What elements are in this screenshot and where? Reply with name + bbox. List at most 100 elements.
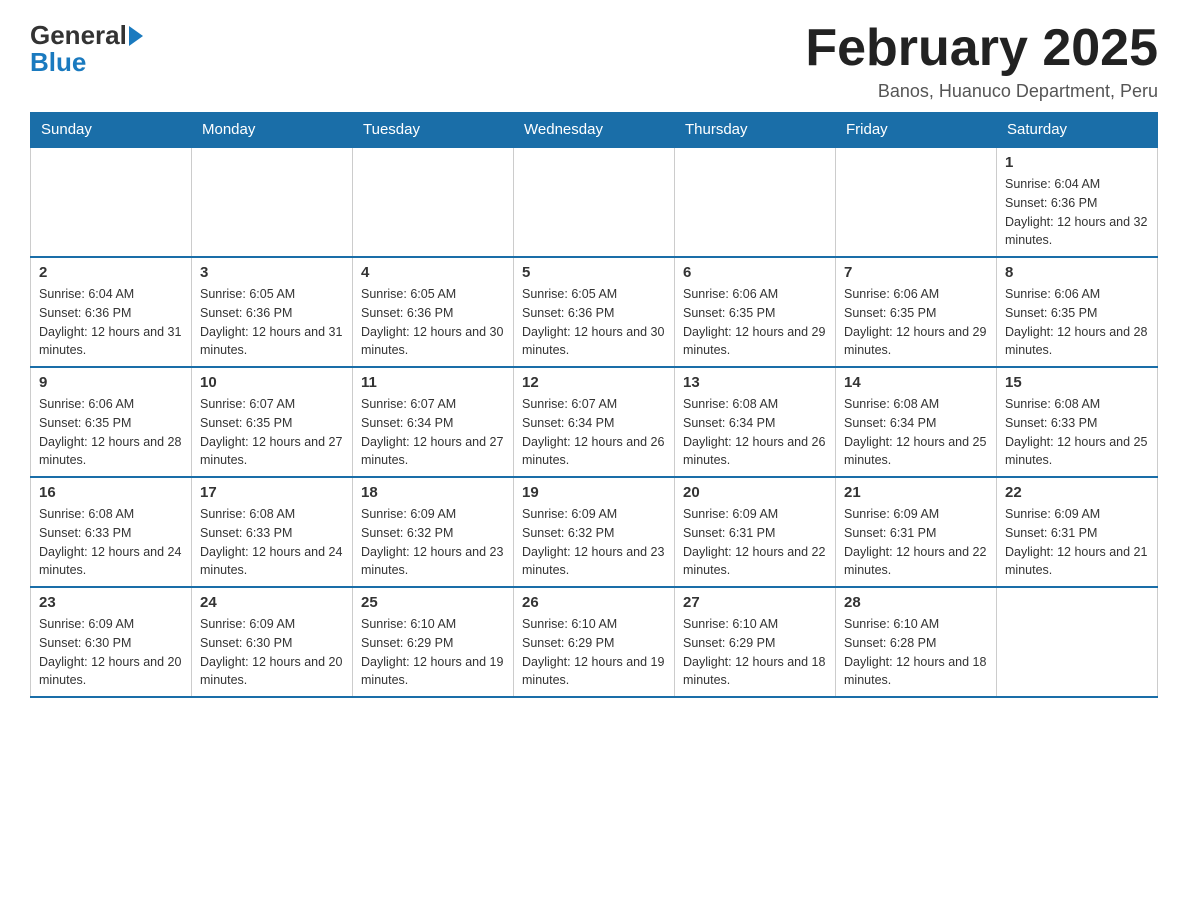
calendar-cell bbox=[836, 147, 997, 257]
day-number: 20 bbox=[683, 484, 827, 501]
day-info: Sunrise: 6:09 AM Sunset: 6:32 PM Dayligh… bbox=[361, 505, 505, 580]
calendar-cell: 7 Sunrise: 6:06 AM Sunset: 6:35 PM Daylig… bbox=[836, 257, 997, 367]
calendar-cell: 6 Sunrise: 6:06 AM Sunset: 6:35 PM Daylig… bbox=[675, 257, 836, 367]
calendar-cell: 3 Sunrise: 6:05 AM Sunset: 6:36 PM Daylig… bbox=[192, 257, 353, 367]
day-number: 26 bbox=[522, 594, 666, 611]
calendar-cell: 12 Sunrise: 6:07 AM Sunset: 6:34 PM Dayli… bbox=[514, 367, 675, 477]
day-header-sunday: Sunday bbox=[31, 113, 192, 148]
calendar-cell: 14 Sunrise: 6:08 AM Sunset: 6:34 PM Dayli… bbox=[836, 367, 997, 477]
day-info: Sunrise: 6:09 AM Sunset: 6:31 PM Dayligh… bbox=[683, 505, 827, 580]
week-row-3: 9 Sunrise: 6:06 AM Sunset: 6:35 PM Daylig… bbox=[31, 367, 1158, 477]
day-number: 14 bbox=[844, 374, 988, 391]
day-info: Sunrise: 6:10 AM Sunset: 6:28 PM Dayligh… bbox=[844, 615, 988, 690]
calendar-cell: 22Sunrise: 6:09 AM Sunset: 6:31 PM Dayli… bbox=[997, 477, 1158, 587]
day-info: Sunrise: 6:09 AM Sunset: 6:31 PM Dayligh… bbox=[844, 505, 988, 580]
calendar: SundayMondayTuesdayWednesdayThursdayFrid… bbox=[30, 112, 1158, 698]
day-info: Sunrise: 6:08 AM Sunset: 6:34 PM Dayligh… bbox=[683, 395, 827, 470]
day-info: Sunrise: 6:06 AM Sunset: 6:35 PM Dayligh… bbox=[39, 395, 183, 470]
calendar-cell bbox=[31, 147, 192, 257]
day-number: 6 bbox=[683, 264, 827, 281]
day-number: 9 bbox=[39, 374, 183, 391]
title-area: February 2025 Banos, Huanuco Department,… bbox=[805, 20, 1158, 102]
day-info: Sunrise: 6:06 AM Sunset: 6:35 PM Dayligh… bbox=[683, 285, 827, 360]
day-info: Sunrise: 6:09 AM Sunset: 6:32 PM Dayligh… bbox=[522, 505, 666, 580]
day-info: Sunrise: 6:05 AM Sunset: 6:36 PM Dayligh… bbox=[361, 285, 505, 360]
days-row: SundayMondayTuesdayWednesdayThursdayFrid… bbox=[31, 113, 1158, 148]
calendar-header: SundayMondayTuesdayWednesdayThursdayFrid… bbox=[31, 113, 1158, 148]
calendar-cell bbox=[997, 587, 1158, 697]
day-number: 17 bbox=[200, 484, 344, 501]
week-row-4: 16 Sunrise: 6:08 AM Sunset: 6:33 PM Dayli… bbox=[31, 477, 1158, 587]
day-number: 18 bbox=[361, 484, 505, 501]
day-header-friday: Friday bbox=[836, 113, 997, 148]
calendar-cell: 19Sunrise: 6:09 AM Sunset: 6:32 PM Dayli… bbox=[514, 477, 675, 587]
week-row-1: 1 Sunrise: 6:04 AM Sunset: 6:36 PM Daylig… bbox=[31, 147, 1158, 257]
day-number: 5 bbox=[522, 264, 666, 281]
calendar-cell: 2Sunrise: 6:04 AM Sunset: 6:36 PM Daylig… bbox=[31, 257, 192, 367]
day-info: Sunrise: 6:08 AM Sunset: 6:33 PM Dayligh… bbox=[200, 505, 344, 580]
day-number: 28 bbox=[844, 594, 988, 611]
calendar-cell bbox=[514, 147, 675, 257]
calendar-cell: 13 Sunrise: 6:08 AM Sunset: 6:34 PM Dayli… bbox=[675, 367, 836, 477]
day-info: Sunrise: 6:07 AM Sunset: 6:34 PM Dayligh… bbox=[522, 395, 666, 470]
calendar-cell: 10Sunrise: 6:07 AM Sunset: 6:35 PM Dayli… bbox=[192, 367, 353, 477]
day-header-thursday: Thursday bbox=[675, 113, 836, 148]
month-title: February 2025 bbox=[805, 20, 1158, 77]
day-info: Sunrise: 6:05 AM Sunset: 6:36 PM Dayligh… bbox=[522, 285, 666, 360]
day-info: Sunrise: 6:06 AM Sunset: 6:35 PM Dayligh… bbox=[844, 285, 988, 360]
calendar-cell: 28 Sunrise: 6:10 AM Sunset: 6:28 PM Dayli… bbox=[836, 587, 997, 697]
day-number: 11 bbox=[361, 374, 505, 391]
day-number: 12 bbox=[522, 374, 666, 391]
day-header-wednesday: Wednesday bbox=[514, 113, 675, 148]
calendar-cell: 17 Sunrise: 6:08 AM Sunset: 6:33 PM Dayli… bbox=[192, 477, 353, 587]
calendar-cell: 23 Sunrise: 6:09 AM Sunset: 6:30 PM Dayli… bbox=[31, 587, 192, 697]
calendar-cell: 27 Sunrise: 6:10 AM Sunset: 6:29 PM Dayli… bbox=[675, 587, 836, 697]
calendar-cell: 18 Sunrise: 6:09 AM Sunset: 6:32 PM Dayli… bbox=[353, 477, 514, 587]
calendar-body: 1 Sunrise: 6:04 AM Sunset: 6:36 PM Daylig… bbox=[31, 147, 1158, 697]
calendar-cell: 16 Sunrise: 6:08 AM Sunset: 6:33 PM Dayli… bbox=[31, 477, 192, 587]
day-info: Sunrise: 6:08 AM Sunset: 6:33 PM Dayligh… bbox=[1005, 395, 1149, 470]
day-info: Sunrise: 6:05 AM Sunset: 6:36 PM Dayligh… bbox=[200, 285, 344, 360]
calendar-cell: 8Sunrise: 6:06 AM Sunset: 6:35 PM Daylig… bbox=[997, 257, 1158, 367]
day-number: 3 bbox=[200, 264, 344, 281]
week-row-2: 2Sunrise: 6:04 AM Sunset: 6:36 PM Daylig… bbox=[31, 257, 1158, 367]
logo-arrow-icon bbox=[129, 26, 143, 46]
day-info: Sunrise: 6:09 AM Sunset: 6:30 PM Dayligh… bbox=[200, 615, 344, 690]
day-number: 1 bbox=[1005, 154, 1149, 171]
day-info: Sunrise: 6:08 AM Sunset: 6:34 PM Dayligh… bbox=[844, 395, 988, 470]
day-info: Sunrise: 6:08 AM Sunset: 6:33 PM Dayligh… bbox=[39, 505, 183, 580]
calendar-cell: 9 Sunrise: 6:06 AM Sunset: 6:35 PM Daylig… bbox=[31, 367, 192, 477]
day-header-saturday: Saturday bbox=[997, 113, 1158, 148]
day-info: Sunrise: 6:10 AM Sunset: 6:29 PM Dayligh… bbox=[683, 615, 827, 690]
day-info: Sunrise: 6:04 AM Sunset: 6:36 PM Dayligh… bbox=[1005, 175, 1149, 250]
day-info: Sunrise: 6:09 AM Sunset: 6:30 PM Dayligh… bbox=[39, 615, 183, 690]
calendar-cell bbox=[675, 147, 836, 257]
calendar-cell bbox=[353, 147, 514, 257]
day-number: 13 bbox=[683, 374, 827, 391]
subtitle: Banos, Huanuco Department, Peru bbox=[805, 81, 1158, 102]
calendar-cell: 15Sunrise: 6:08 AM Sunset: 6:33 PM Dayli… bbox=[997, 367, 1158, 477]
day-number: 7 bbox=[844, 264, 988, 281]
day-info: Sunrise: 6:10 AM Sunset: 6:29 PM Dayligh… bbox=[361, 615, 505, 690]
calendar-cell: 1 Sunrise: 6:04 AM Sunset: 6:36 PM Daylig… bbox=[997, 147, 1158, 257]
day-number: 23 bbox=[39, 594, 183, 611]
day-number: 16 bbox=[39, 484, 183, 501]
day-number: 27 bbox=[683, 594, 827, 611]
day-info: Sunrise: 6:07 AM Sunset: 6:34 PM Dayligh… bbox=[361, 395, 505, 470]
day-number: 24 bbox=[200, 594, 344, 611]
calendar-cell: 20 Sunrise: 6:09 AM Sunset: 6:31 PM Dayli… bbox=[675, 477, 836, 587]
calendar-cell: 21 Sunrise: 6:09 AM Sunset: 6:31 PM Dayli… bbox=[836, 477, 997, 587]
day-number: 8 bbox=[1005, 264, 1149, 281]
day-header-monday: Monday bbox=[192, 113, 353, 148]
day-number: 25 bbox=[361, 594, 505, 611]
calendar-cell: 11 Sunrise: 6:07 AM Sunset: 6:34 PM Dayli… bbox=[353, 367, 514, 477]
day-number: 10 bbox=[200, 374, 344, 391]
calendar-cell: 26Sunrise: 6:10 AM Sunset: 6:29 PM Dayli… bbox=[514, 587, 675, 697]
day-number: 4 bbox=[361, 264, 505, 281]
day-number: 22 bbox=[1005, 484, 1149, 501]
calendar-cell bbox=[192, 147, 353, 257]
day-number: 21 bbox=[844, 484, 988, 501]
calendar-cell: 4 Sunrise: 6:05 AM Sunset: 6:36 PM Daylig… bbox=[353, 257, 514, 367]
logo-blue-word: Blue bbox=[30, 47, 86, 78]
calendar-cell: 5 Sunrise: 6:05 AM Sunset: 6:36 PM Daylig… bbox=[514, 257, 675, 367]
